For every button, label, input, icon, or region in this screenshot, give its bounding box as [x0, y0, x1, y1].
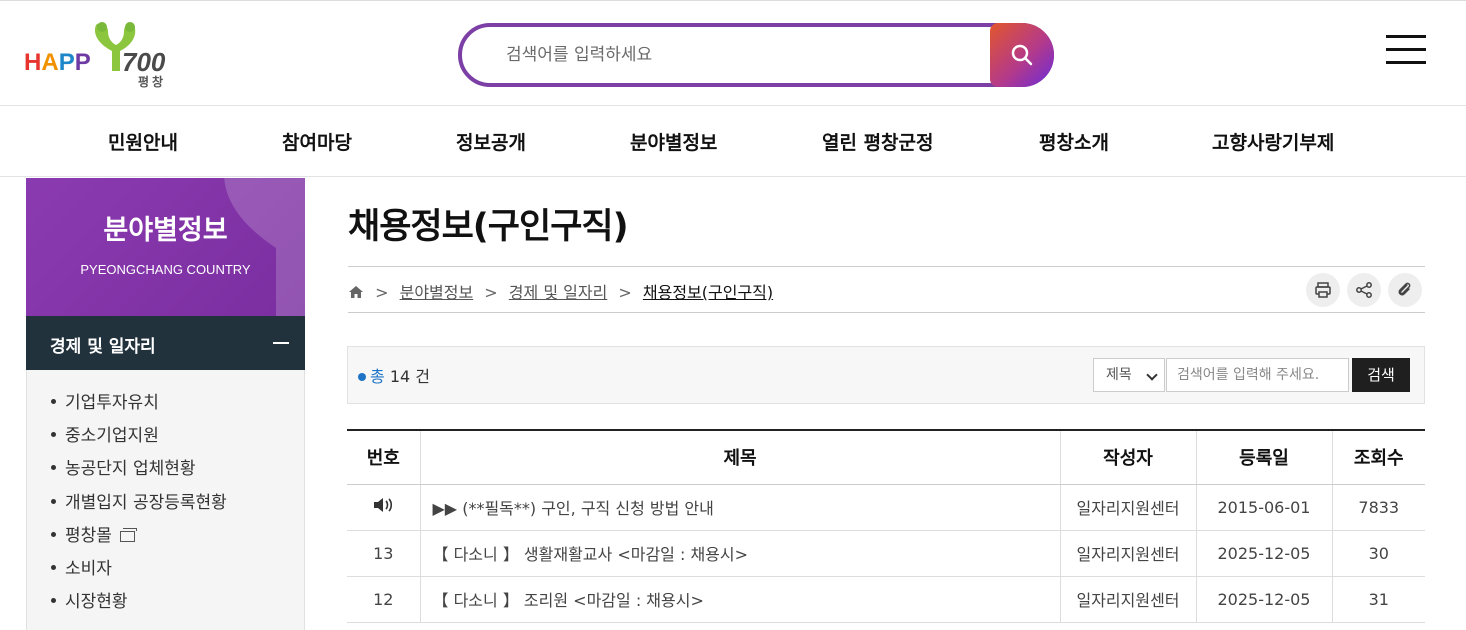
board-search-bar: 총 14 건 제목 검색: [347, 346, 1425, 404]
row-date: 2015-06-01: [1195, 484, 1332, 531]
table-row[interactable]: 12 【 다소니 】 조리원 <마감일 : 채용시> 일자리지원센터 2025-…: [347, 576, 1425, 623]
column-title: 제목: [419, 430, 1060, 485]
table-row[interactable]: 13 【 다소니 】 생활재활교사 <마감일 : 채용시> 일자리지원센터 20…: [347, 530, 1425, 577]
sidebar-item-sme-support[interactable]: 중소기업지원: [51, 421, 159, 446]
sidebar-item-factory-registration[interactable]: 개별입지 공장등록현황: [51, 488, 227, 513]
breadcrumb-current[interactable]: 채용정보(구인구직): [643, 283, 773, 302]
bullet-icon: [358, 373, 366, 381]
board-search-button[interactable]: 검색: [1352, 358, 1410, 392]
row-title-link[interactable]: 【 다소니 】 조리원 <마감일 : 채용시>: [419, 576, 1060, 623]
row-title-link[interactable]: 【 다소니 】 생활재활교사 <마감일 : 채용시>: [419, 530, 1060, 577]
link-icon: [1398, 282, 1411, 296]
row-views: 7833: [1331, 484, 1425, 531]
total-unit: 건: [415, 367, 431, 386]
speaker-icon: [374, 498, 393, 512]
divider: [348, 312, 1425, 313]
logo-sub: 평창: [138, 75, 167, 89]
chevron-right-icon: >: [618, 283, 632, 302]
column-writer: 작성자: [1059, 430, 1196, 485]
sidebar-title: 분야별정보: [103, 215, 228, 246]
breadcrumb: > 분야별정보 > 경제 및 일자리 > 채용정보(구인구직): [348, 279, 773, 303]
menu-icon[interactable]: [1386, 35, 1426, 65]
main-search-input[interactable]: [506, 41, 966, 69]
nav-field-information[interactable]: 분야별정보: [630, 128, 717, 155]
new-window-icon: [119, 528, 137, 542]
row-views: 31: [1331, 576, 1425, 623]
search-field-select[interactable]: 제목: [1093, 358, 1165, 392]
sidebar-section-economy[interactable]: 경제 및 일자리: [26, 316, 305, 370]
row-number: 12: [347, 576, 420, 623]
row-writer: 일자리지원센터: [1059, 576, 1196, 623]
search-icon: [1011, 44, 1033, 66]
table-row-notice[interactable]: ▶▶ (**필독**) 구인, 구직 신청 방법 안내 일자리지원센터 2015…: [347, 484, 1425, 531]
copy-link-button[interactable]: [1388, 273, 1422, 307]
nav-information-disclosure[interactable]: 정보공개: [456, 128, 526, 155]
sidebar-decoration: [224, 178, 305, 316]
nav-hometown-donation[interactable]: 고향사랑기부제: [1212, 128, 1334, 155]
sidebar-item-market-status[interactable]: 시장현황: [51, 587, 128, 612]
total-label: 총: [370, 367, 385, 386]
row-title-link[interactable]: ▶▶ (**필독**) 구인, 구직 신청 방법 안내: [419, 484, 1060, 531]
total-count: 총 14 건: [358, 363, 430, 387]
chevron-right-icon: >: [484, 283, 498, 302]
print-button[interactable]: [1306, 273, 1340, 307]
column-views: 조회수: [1331, 430, 1425, 485]
table-header-row: 번호 제목 작성자 등록일 조회수: [347, 430, 1425, 485]
notice-cell: [347, 484, 420, 531]
column-date: 등록일: [1195, 430, 1332, 485]
divider: [348, 266, 1425, 267]
board-search-input[interactable]: [1166, 358, 1349, 392]
chevron-right-icon: >: [375, 283, 389, 302]
sidebar-item-label: 평창몰: [65, 526, 112, 546]
share-icon: [1356, 282, 1372, 298]
row-number: 13: [347, 530, 420, 577]
row-writer: 일자리지원센터: [1059, 484, 1196, 531]
sidebar-item-investment[interactable]: 기업투자유치: [51, 388, 159, 413]
main-navigation: 민원안내 참여마당 정보공개 분야별정보 열린 평창군정 평창소개 고향사랑기부…: [0, 106, 1466, 177]
row-date: 2025-12-05: [1195, 530, 1332, 577]
sidebar-menu: 기업투자유치 중소기업지원 농공단지 업체현황 개별입지 공장등록현황 평창몰 …: [26, 370, 305, 630]
main-search: [458, 23, 1054, 87]
collapse-icon: [273, 342, 289, 344]
sidebar-item-pyeongchang-mall[interactable]: 평창몰: [51, 521, 137, 546]
sidebar-section-label: 경제 및 일자리: [50, 337, 156, 357]
nav-about-pyeongchang[interactable]: 평창소개: [1039, 128, 1109, 155]
sidebar-header: 분야별정보 PYEONGCHANG COUNTRY: [26, 178, 305, 316]
total-number: 14: [389, 367, 411, 386]
share-button[interactable]: [1347, 273, 1381, 307]
breadcrumb-field-information[interactable]: 분야별정보: [400, 283, 474, 302]
sidebar-item-industrial-complex[interactable]: 농공단지 업체현황: [51, 454, 196, 479]
nav-civil-service[interactable]: 민원안내: [108, 128, 178, 155]
logo-word: HAPP: [24, 49, 91, 76]
row-views: 30: [1331, 530, 1425, 577]
column-number: 번호: [347, 430, 420, 485]
row-date: 2025-12-05: [1195, 576, 1332, 623]
main-search-button[interactable]: [990, 23, 1054, 87]
print-icon: [1315, 282, 1331, 298]
breadcrumb-economy[interactable]: 경제 및 일자리: [509, 283, 608, 302]
row-writer: 일자리지원센터: [1059, 530, 1196, 577]
site-header: HAPP 700 평창: [0, 0, 1466, 106]
nav-participation[interactable]: 참여마당: [282, 128, 352, 155]
page-title: 채용정보(구인구직): [348, 207, 629, 247]
sidebar-subtitle: PYEONGCHANG COUNTRY: [80, 262, 251, 277]
job-board-table: 번호 제목 작성자 등록일 조회수 ▶▶ (**필독**) 구인, 구직 신청 …: [347, 429, 1425, 623]
happy700-logo[interactable]: HAPP 700 평창: [24, 21, 184, 89]
home-icon[interactable]: [348, 285, 364, 299]
sidebar-item-consumer[interactable]: 소비자: [51, 554, 112, 579]
nav-open-administration[interactable]: 열린 평창군정: [822, 128, 934, 155]
